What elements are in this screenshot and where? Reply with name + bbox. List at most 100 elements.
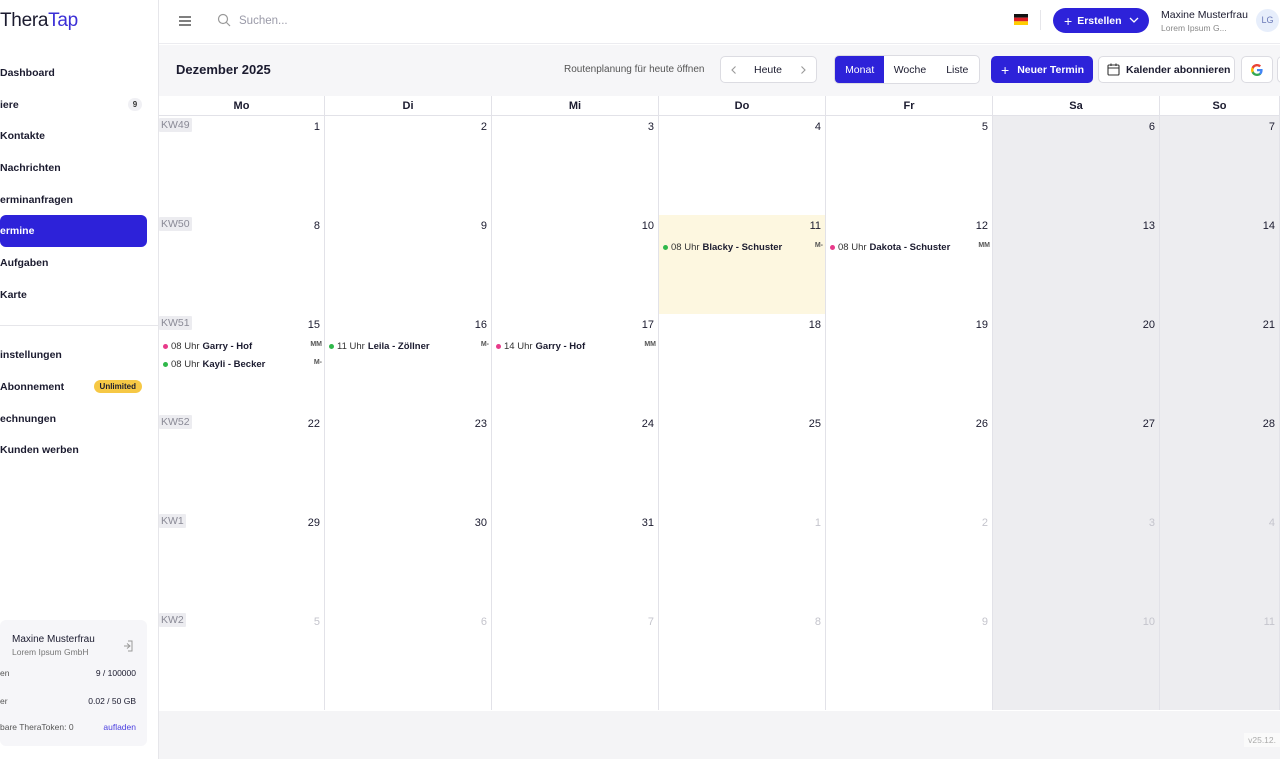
day-cell[interactable]: 5 xyxy=(826,116,993,215)
day-cell[interactable]: 18 xyxy=(659,314,826,413)
sidebar-item-label: ermine xyxy=(0,225,35,238)
day-cell[interactable]: 3 xyxy=(993,512,1160,611)
day-cell[interactable]: 7 xyxy=(492,611,659,710)
day-cell[interactable]: 21 xyxy=(1160,314,1280,413)
create-button[interactable]: + Erstellen xyxy=(1053,8,1149,33)
usage-row-storage: er 0.02 / 50 GB xyxy=(0,691,147,713)
sidebar-item-kunden-werben[interactable]: Kunden werben xyxy=(0,435,147,467)
view-week-button[interactable]: Woche xyxy=(884,56,935,83)
day-cell[interactable]: KW50 8 xyxy=(159,215,325,314)
new-appointment-button[interactable]: + Neuer Termin xyxy=(991,56,1093,83)
day-cell[interactable]: 11 08 Uhr Blacky - Schuster M- xyxy=(659,215,826,314)
day-cell[interactable]: 9 xyxy=(325,215,492,314)
chevron-right-icon[interactable] xyxy=(798,65,808,75)
storage-value: 0.02 / 50 GB xyxy=(88,696,136,706)
day-cell[interactable]: 2 xyxy=(826,512,993,611)
day-cell[interactable]: 8 xyxy=(659,611,826,710)
day-cell[interactable]: KW49 1 xyxy=(159,116,325,215)
day-cell[interactable]: 31 xyxy=(492,512,659,611)
day-number: 16 xyxy=(474,319,487,331)
day-cell[interactable]: 1 xyxy=(659,512,826,611)
day-cell[interactable]: 3 xyxy=(492,116,659,215)
view-month-button[interactable]: Monat xyxy=(835,56,885,83)
day-cell[interactable]: KW52 22 xyxy=(159,413,325,512)
sidebar-item-dashboard[interactable]: Dashboard xyxy=(0,57,147,89)
day-number: 17 xyxy=(641,319,654,331)
day-cell[interactable]: 19 xyxy=(826,314,993,413)
week-row: KW51 15 08 Uhr Garry - Hof MM 08 Uhr Kayli - B… xyxy=(159,314,1280,413)
search-input[interactable] xyxy=(239,11,539,31)
logo-text-thera: Thera xyxy=(0,10,49,31)
day-number: 3 xyxy=(647,121,654,133)
sidebar-item-label: erminanfragen xyxy=(0,193,73,206)
german-flag-icon[interactable] xyxy=(1014,14,1028,25)
calendar-event[interactable]: 08 Uhr Kayli - Becker M- xyxy=(163,357,322,371)
day-cell[interactable]: KW51 15 08 Uhr Garry - Hof MM 08 Uhr Kayli - B… xyxy=(159,314,325,413)
day-number: 2 xyxy=(480,121,487,133)
day-cell[interactable]: KW2 5 xyxy=(159,611,325,710)
week-number: KW51 xyxy=(159,316,192,330)
search-icon xyxy=(217,13,231,27)
day-number: 25 xyxy=(808,418,821,430)
sidebar-item-abonnement[interactable]: Abonnement Unlimited xyxy=(0,371,147,403)
week-row: KW2 5 6 7 8 9 10 11 xyxy=(159,611,1280,710)
route-planning-link[interactable]: Routenplanung für heute öffnen xyxy=(564,64,705,75)
day-cell[interactable]: 4 xyxy=(1160,512,1280,611)
calendar-event[interactable]: 11 Uhr Leila - Zöllner M- xyxy=(329,339,489,353)
day-cell[interactable]: 13 xyxy=(993,215,1160,314)
day-cell[interactable]: 6 xyxy=(325,611,492,710)
day-cell[interactable]: 20 xyxy=(993,314,1160,413)
sidebar-item-badge: Unlimited xyxy=(93,380,142,394)
day-cell[interactable]: 24 xyxy=(492,413,659,512)
user-name[interactable]: Maxine Musterfrau xyxy=(1161,9,1248,21)
google-calendar-button[interactable] xyxy=(1241,56,1273,83)
hamburger-menu-icon[interactable] xyxy=(178,14,192,28)
sidebar-item-tiere[interactable]: iere 9 xyxy=(0,89,147,121)
day-cell[interactable]: 12 08 Uhr Dakota - Schuster MM xyxy=(826,215,993,314)
sidebar-item-kontakte[interactable]: Kontakte xyxy=(0,120,147,152)
event-time: 14 Uhr xyxy=(504,340,533,352)
day-cell[interactable]: KW1 29 xyxy=(159,512,325,611)
sidebar-item-aufgaben[interactable]: Aufgaben xyxy=(0,247,147,279)
calendar-event[interactable]: 08 Uhr Garry - Hof MM xyxy=(163,339,322,353)
day-cell[interactable]: 14 xyxy=(1160,215,1280,314)
day-cell[interactable]: 9 xyxy=(826,611,993,710)
day-cell[interactable]: 16 11 Uhr Leila - Zöllner M- xyxy=(325,314,492,413)
day-cell[interactable]: 23 xyxy=(325,413,492,512)
view-list-button[interactable]: Liste xyxy=(936,56,979,83)
day-cell[interactable]: 10 xyxy=(492,215,659,314)
sidebar-item-termine[interactable]: ermine xyxy=(0,215,147,248)
day-cell[interactable]: 28 xyxy=(1160,413,1280,512)
logout-icon[interactable] xyxy=(122,639,136,653)
subscribe-calendar-button[interactable]: Kalender abonnieren xyxy=(1098,56,1235,83)
chevron-left-icon[interactable] xyxy=(729,65,739,75)
calendar-event[interactable]: 08 Uhr Blacky - Schuster M- xyxy=(663,240,823,254)
day-cell[interactable]: 27 xyxy=(993,413,1160,512)
calendar-event[interactable]: 14 Uhr Garry - Hof MM xyxy=(496,339,656,353)
sidebar-item-rechnungen[interactable]: echnungen xyxy=(0,403,147,435)
day-cell[interactable]: 6 xyxy=(993,116,1160,215)
day-number: 27 xyxy=(1142,418,1155,430)
day-cell[interactable]: 7 xyxy=(1160,116,1280,215)
sidebar-item-nachrichten[interactable]: Nachrichten xyxy=(0,152,147,184)
topup-link[interactable]: aufladen xyxy=(103,722,136,732)
day-cell[interactable]: 30 xyxy=(325,512,492,611)
sidebar-item-einstellungen[interactable]: instellungen xyxy=(0,340,147,372)
day-cell[interactable]: 11 xyxy=(1160,611,1280,710)
day-cell[interactable]: 4 xyxy=(659,116,826,215)
day-number: 21 xyxy=(1262,319,1275,331)
app-logo[interactable]: TheraTap xyxy=(0,10,78,32)
day-cell[interactable]: 25 xyxy=(659,413,826,512)
month-title: Dezember 2025 xyxy=(176,62,271,77)
sidebar-item-terminanfragen[interactable]: erminanfragen xyxy=(0,184,147,216)
today-button[interactable]: Heute xyxy=(754,64,782,76)
day-cell[interactable]: 2 xyxy=(325,116,492,215)
day-cell[interactable]: 17 14 Uhr Garry - Hof MM xyxy=(492,314,659,413)
calendar-event[interactable]: 08 Uhr Dakota - Schuster MM xyxy=(830,240,990,254)
month-grid: Mo Di Mi Do Fr Sa So KW49 1 2 3 4 5 6 7 KW50 8 9 10 11 08 U… xyxy=(159,96,1280,711)
sidebar-item-karte[interactable]: Karte xyxy=(0,279,147,311)
day-cell[interactable]: 10 xyxy=(993,611,1160,710)
avatar[interactable]: LG xyxy=(1256,9,1279,32)
day-cell[interactable]: 26 xyxy=(826,413,993,512)
account-name: Maxine Musterfrau xyxy=(12,634,95,645)
